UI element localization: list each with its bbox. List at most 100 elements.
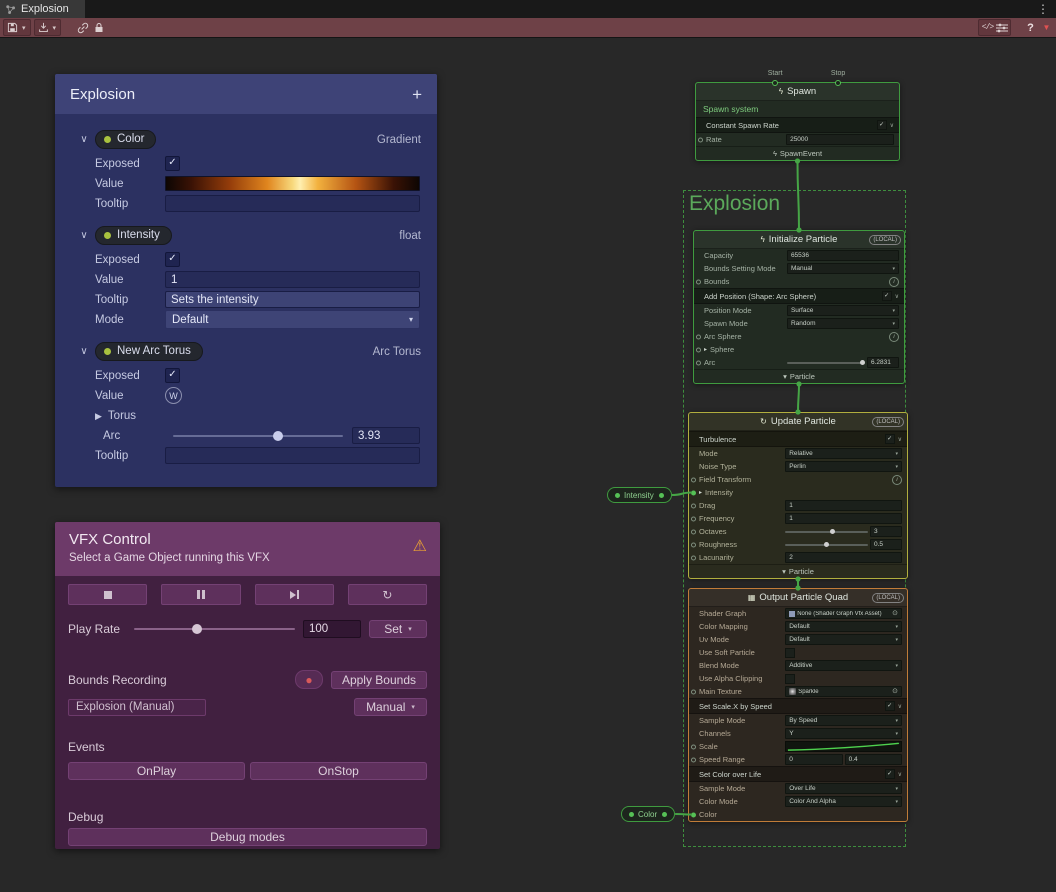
block-enabled-checkbox[interactable]: ✓ [885,434,895,444]
attached-object-field[interactable]: Explosion (Manual) [68,699,206,716]
slider-value-field[interactable]: 0.5 [870,539,902,550]
input-port[interactable] [691,689,696,694]
exposed-checkbox[interactable]: ✓ [165,368,180,383]
slider-handle[interactable] [860,360,865,365]
slider-value-field[interactable]: 3 [870,526,902,537]
chevron-down-icon[interactable]: ∨ [78,134,90,145]
chevron-down-icon[interactable]: ∨ [898,436,902,443]
slider-handle[interactable] [830,529,835,534]
chevron-down-icon[interactable]: ∨ [895,293,899,300]
parameter-output-port[interactable] [659,493,664,498]
slider-track[interactable] [785,531,868,533]
value-input[interactable]: 1 [165,271,420,288]
property-pill-new-arc-torus[interactable]: New Arc Torus [95,342,203,361]
dropdown[interactable]: Default▾ [785,621,902,632]
dropdown[interactable]: Y▾ [785,728,902,739]
input-port-connected[interactable] [691,812,696,817]
input-port[interactable] [691,529,696,534]
node-initialize-particle[interactable]: ϟInitialize Particle(LOCAL)Capacity65536… [693,230,905,384]
slider-track[interactable] [785,544,868,546]
play-rate-slider[interactable] [134,628,295,630]
node-title[interactable]: ϟSpawn [696,83,899,101]
input-port-connected[interactable] [691,490,696,495]
play-rate-value-field[interactable]: 100 [303,620,361,638]
node-title[interactable]: ↻Update Particle(LOCAL) [689,413,907,431]
property-pill-color[interactable]: Color [95,130,156,149]
arc-slider-handle[interactable] [273,431,283,441]
value-field[interactable]: 1 [785,500,902,511]
exposed-checkbox[interactable]: ✓ [165,252,180,267]
input-port[interactable] [696,360,701,365]
input-port[interactable] [691,555,696,560]
set-play-rate-button[interactable]: Set ▾ [369,620,427,638]
foldout-icon[interactable]: ▸ [699,489,702,496]
slider[interactable] [787,362,865,364]
slider-handle[interactable] [824,542,829,547]
gradient-field[interactable] [165,176,420,191]
chevron-down-icon[interactable]: ∨ [898,703,902,710]
block-header[interactable]: Turbulence✓∨ [689,431,907,447]
stop-button[interactable] [68,584,147,605]
block-header[interactable]: Constant Spawn Rate✓∨ [696,117,899,133]
input-port[interactable] [696,334,701,339]
block-enabled-checkbox[interactable]: ✓ [885,701,895,711]
slider-track[interactable] [787,362,865,364]
chevron-down-icon[interactable]: ∨ [78,346,90,357]
slider[interactable] [785,531,868,533]
apply-bounds-button[interactable]: Apply Bounds [331,671,427,689]
input-port[interactable] [698,137,703,142]
mode-dropdown[interactable]: Default ▾ [165,310,420,329]
object-picker-icon[interactable]: ⊙ [892,688,898,695]
restart-button[interactable]: ↻ [348,584,427,605]
arc-value-field[interactable]: 3.93 [352,427,420,444]
value-field[interactable]: 1 [785,513,902,524]
exposed-checkbox[interactable]: ✓ [165,156,180,171]
node-output-particle-quad[interactable]: ▦Output Particle Quad(LOCAL)Shader Graph… [688,588,908,822]
node-spawn[interactable]: ϟSpawnSpawn systemStartStopConstant Spaw… [695,82,900,161]
property-intensity[interactable]: ∨ Intensity float [78,226,423,245]
input-port[interactable] [691,542,696,547]
block-enabled-checkbox[interactable]: ✓ [877,120,887,130]
range-min-field[interactable]: 0 [785,754,842,765]
parameter-node-intensity[interactable]: Intensity [607,487,672,503]
block-enabled-checkbox[interactable]: ✓ [882,291,892,301]
slider[interactable] [785,544,868,546]
chevron-down-icon[interactable]: ∨ [898,771,902,778]
tooltip-input[interactable]: Sets the intensity [165,291,420,308]
chevron-down-icon[interactable]: ∨ [78,230,90,241]
checkbox[interactable] [785,674,795,684]
property-color[interactable]: ∨ Color Gradient [78,130,423,149]
onplay-button[interactable]: OnPlay [68,762,245,780]
value-field[interactable]: 65536 [787,250,899,261]
dropdown[interactable]: Perlin▾ [785,461,902,472]
block-header[interactable]: Set Color over Life✓∨ [689,766,907,782]
node-title[interactable]: ▦Output Particle Quad(LOCAL) [689,589,907,607]
input-port[interactable] [691,757,696,762]
checkbox[interactable] [785,648,795,658]
property-new-arc-torus[interactable]: ∨ New Arc Torus Arc Torus [78,342,423,361]
block-header[interactable]: Set Scale.X by Speed✓∨ [689,698,907,714]
tooltip-input[interactable] [165,447,420,464]
object-field[interactable]: Sparkle⊙ [785,686,902,697]
record-bounds-button[interactable]: ● [295,670,323,689]
dropdown[interactable]: Over Life▾ [785,783,902,794]
block-header[interactable]: Add Position (Shape: Arc Sphere)✓∨ [694,288,904,304]
foldout-right-icon[interactable]: ▶ [95,411,102,421]
parameter-node-color[interactable]: Color [621,806,675,822]
dropdown[interactable]: Relative▾ [785,448,902,459]
onstop-button[interactable]: OnStop [250,762,427,780]
range-max-field[interactable]: 0.4 [845,754,902,765]
dropdown[interactable]: Default▾ [785,634,902,645]
row-torus-foldout[interactable]: ▶Torus [95,407,420,424]
step-button[interactable] [255,584,334,605]
chevron-down-icon[interactable]: ∨ [890,122,894,129]
debug-modes-button[interactable]: Debug modes [68,828,427,846]
block-enabled-checkbox[interactable]: ✓ [885,769,895,779]
dropdown[interactable]: Manual▾ [787,263,899,274]
object-field[interactable]: None (Shader Graph Vfx Asset)⊙ [785,608,902,619]
node-update-particle[interactable]: ↻Update Particle(LOCAL)Turbulence✓∨ModeR… [688,412,908,579]
slider-value-field[interactable]: 6.2831 [867,357,899,368]
flow-input-port[interactable] [835,80,841,86]
input-port[interactable] [691,744,696,749]
value-field[interactable]: 25000 [786,134,894,145]
